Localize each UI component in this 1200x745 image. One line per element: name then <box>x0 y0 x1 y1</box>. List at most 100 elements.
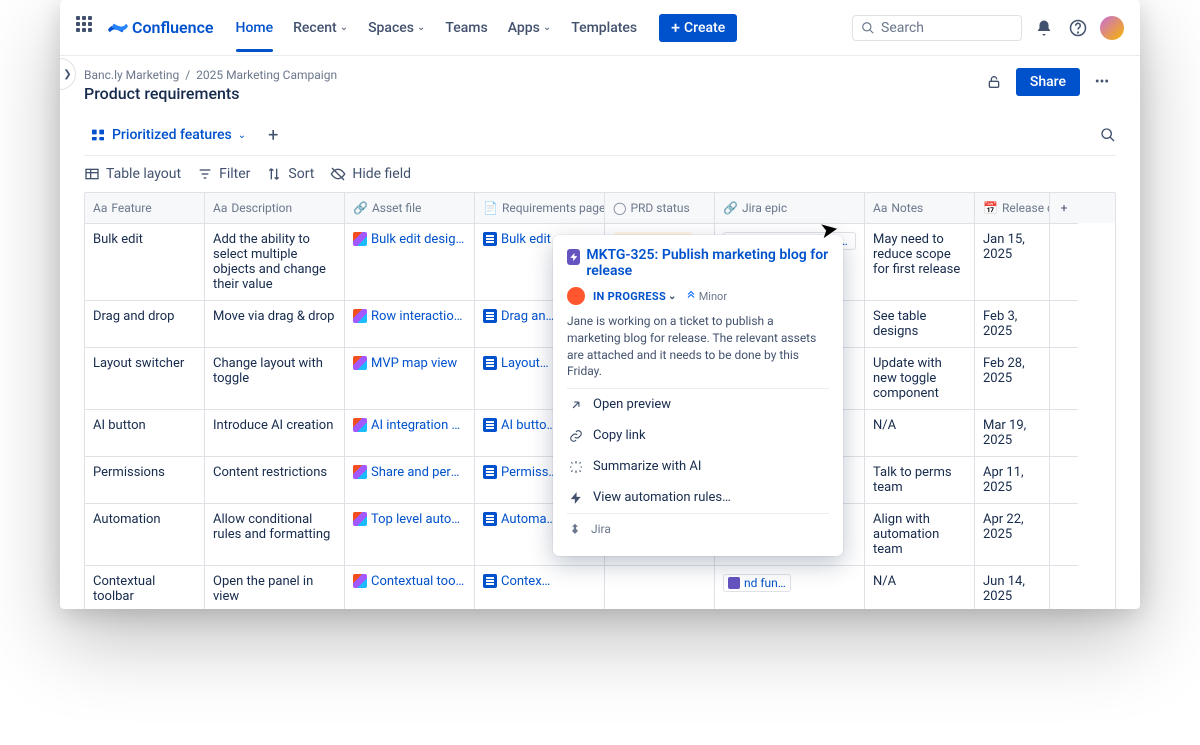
add-view-button[interactable]: + <box>262 125 284 146</box>
cell-feature[interactable]: Bulk edit <box>85 223 205 300</box>
search-placeholder: Search <box>881 20 924 36</box>
jira-source-label: Jira <box>567 513 829 544</box>
cell-asset[interactable]: Contextual toolb… <box>345 565 475 609</box>
col-jira[interactable]: 🔗 Jira epic <box>715 193 865 223</box>
restrictions-icon[interactable] <box>980 68 1008 96</box>
page-icon <box>483 309 497 323</box>
cell-asset[interactable]: Share and perms <box>345 456 475 503</box>
copy-link-item[interactable]: Copy link <box>567 420 829 451</box>
cell-description[interactable]: Allow conditional rules and formatting <box>205 503 345 565</box>
cell-status[interactable] <box>605 565 715 609</box>
cell-notes[interactable]: Update with new toggle component <box>865 347 975 409</box>
figma-icon <box>353 418 367 432</box>
cell-feature[interactable]: AI button <box>85 409 205 456</box>
filter-button[interactable]: Filter <box>197 166 250 182</box>
page-icon <box>483 232 497 246</box>
add-column-button[interactable]: + <box>1050 193 1078 223</box>
col-requirements[interactable]: 📄 Requirements page <box>475 193 605 223</box>
col-feature[interactable]: Aa Feature <box>85 193 205 223</box>
cell-description[interactable]: Add the ability to select multiple objec… <box>205 223 345 300</box>
cell-date[interactable]: Jan 15, 2025 <box>975 223 1050 300</box>
col-description[interactable]: Aa Description <box>205 193 345 223</box>
assignee-avatar[interactable] <box>567 287 585 305</box>
cell-description[interactable]: Move via drag & drop <box>205 300 345 347</box>
cell-feature[interactable]: Drag and drop <box>85 300 205 347</box>
jira-status[interactable]: IN PROGRESS⌄ <box>593 290 677 303</box>
cell-date[interactable]: Jun 14, 2025 <box>975 565 1050 609</box>
nav-templates[interactable]: Templates <box>563 4 645 52</box>
cell-notes[interactable]: Align with automation team <box>865 503 975 565</box>
sort-button[interactable]: Sort <box>266 166 314 182</box>
cell-feature[interactable]: Layout switcher <box>85 347 205 409</box>
cell-feature[interactable]: Permissions <box>85 456 205 503</box>
cell-asset[interactable]: Top level autom… <box>345 503 475 565</box>
nav-recent[interactable]: Recent⌄ <box>285 4 356 52</box>
cell-date[interactable]: Apr 22, 2025 <box>975 503 1050 565</box>
epic-icon <box>728 577 740 589</box>
jira-priority: Minor <box>685 290 727 303</box>
cell-feature[interactable]: Contextual toolbar <box>85 565 205 609</box>
cell-description[interactable]: Introduce AI creation <box>205 409 345 456</box>
page-icon <box>483 512 497 526</box>
col-notes[interactable]: Aa Notes <box>865 193 975 223</box>
breadcrumb[interactable]: Banc.ly Marketing / 2025 Marketing Campa… <box>84 68 337 82</box>
help-icon[interactable] <box>1066 16 1090 40</box>
cell-asset[interactable]: MVP map view <box>345 347 475 409</box>
table-row[interactable]: Contextual toolbar Open the panel in vie… <box>85 565 1115 609</box>
page-icon <box>483 574 497 588</box>
nav-home[interactable]: Home <box>228 4 282 52</box>
cell-date[interactable]: Apr 11, 2025 <box>975 456 1050 503</box>
col-asset[interactable]: 🔗 Asset file <box>345 193 475 223</box>
col-status[interactable]: ◯ PRD status <box>605 193 715 223</box>
page-icon <box>483 465 497 479</box>
nav-spaces[interactable]: Spaces⌄ <box>360 4 433 52</box>
page-icon <box>483 418 497 432</box>
cell-description[interactable]: Change layout with toggle <box>205 347 345 409</box>
nav-apps[interactable]: Apps⌄ <box>500 4 560 52</box>
summarize-ai-item[interactable]: Summarize with AI <box>567 451 829 482</box>
open-preview-item[interactable]: Open preview <box>567 389 829 420</box>
figma-icon <box>353 512 367 526</box>
hide-field-button[interactable]: Hide field <box>330 166 411 182</box>
page-icon <box>483 356 497 370</box>
create-button[interactable]: +Create <box>659 14 737 42</box>
more-actions-icon[interactable]: ••• <box>1088 68 1116 96</box>
cell-date[interactable]: Mar 19, 2025 <box>975 409 1050 456</box>
cell-asset[interactable]: Bulk edit designs <box>345 223 475 300</box>
table-layout-button[interactable]: Table layout <box>84 166 181 182</box>
cell-asset[interactable]: Row interactions <box>345 300 475 347</box>
cell-jira[interactable]: nd fun… <box>715 565 865 609</box>
cell-asset[interactable]: AI integration de… <box>345 409 475 456</box>
table-search-icon[interactable] <box>1100 127 1116 143</box>
figma-icon <box>353 232 367 246</box>
cell-notes[interactable]: See table designs <box>865 300 975 347</box>
app-switcher-icon[interactable] <box>76 16 100 40</box>
col-release[interactable]: 📅 Release d <box>975 193 1050 223</box>
cell-date[interactable]: Feb 28, 2025 <box>975 347 1050 409</box>
cell-description[interactable]: Open the panel in view <box>205 565 345 609</box>
figma-icon <box>353 309 367 323</box>
hover-description: Jane is working on a ticket to publish a… <box>567 313 829 380</box>
cell-date[interactable]: Feb 3, 2025 <box>975 300 1050 347</box>
cell-requirements[interactable]: Contex… <box>475 565 605 609</box>
search-input[interactable]: Search <box>852 15 1022 41</box>
cell-notes[interactable]: May need to reduce scope for first relea… <box>865 223 975 300</box>
automation-rules-item[interactable]: View automation rules… <box>567 482 829 513</box>
notifications-icon[interactable] <box>1032 16 1056 40</box>
hover-title[interactable]: MKTG-325: Publish marketing blog for rel… <box>586 247 829 279</box>
figma-icon <box>353 465 367 479</box>
profile-avatar[interactable] <box>1100 16 1124 40</box>
cell-notes[interactable]: N/A <box>865 565 975 609</box>
nav-teams[interactable]: Teams <box>437 4 495 52</box>
cell-notes[interactable]: N/A <box>865 409 975 456</box>
page-title: Product requirements <box>84 84 337 103</box>
figma-icon <box>353 356 367 370</box>
confluence-logo[interactable]: Confluence <box>108 18 214 38</box>
cell-feature[interactable]: Automation <box>85 503 205 565</box>
cell-description[interactable]: Content restrictions <box>205 456 345 503</box>
share-button[interactable]: Share <box>1016 68 1080 96</box>
cell-notes[interactable]: Talk to perms team <box>865 456 975 503</box>
figma-icon <box>353 574 367 588</box>
database-view-tab[interactable]: Prioritized features⌄ <box>84 123 252 147</box>
jira-hover-card: MKTG-325: Publish marketing blog for rel… <box>553 235 843 556</box>
